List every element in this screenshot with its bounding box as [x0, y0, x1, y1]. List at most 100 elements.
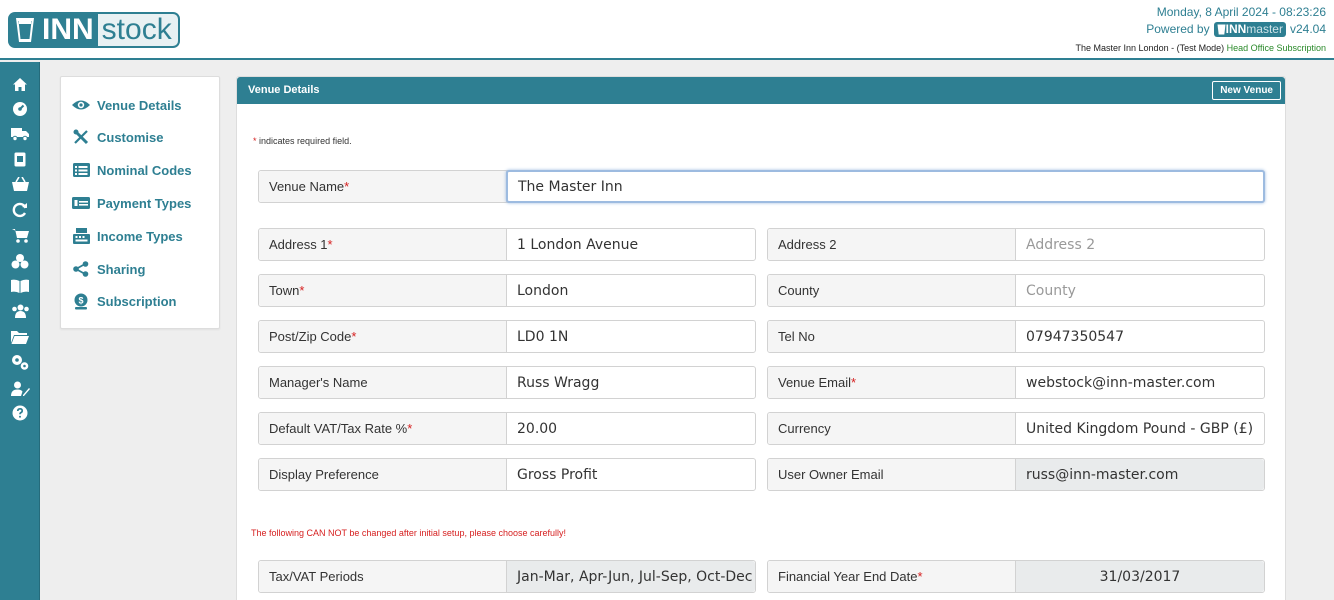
header-info: Monday, 8 April 2024 - 08:23:26 Powered … — [1076, 4, 1326, 54]
required-field-note: * indicates required field. — [253, 136, 352, 146]
glass-logo-icon — [10, 14, 40, 46]
svg-text:$: $ — [78, 295, 83, 305]
users-icon[interactable] — [10, 301, 30, 321]
manager-label: Manager's Name — [259, 367, 507, 398]
user-edit-icon[interactable] — [10, 378, 30, 398]
manager-field: Manager's Name Russ Wragg — [258, 366, 756, 399]
currency-label: Currency — [768, 413, 1016, 444]
home-icon[interactable] — [10, 74, 30, 94]
county-label: County — [768, 275, 1016, 306]
mini-glass-icon — [1217, 24, 1226, 34]
subnav-item-venue-details[interactable]: Venue Details — [71, 95, 182, 115]
subnav-item-sharing[interactable]: Sharing — [71, 259, 145, 279]
required-star: * — [253, 136, 257, 146]
main-nav-rail — [0, 62, 40, 600]
county-field: County County — [767, 274, 1265, 307]
delivery-truck-icon[interactable] — [10, 124, 30, 144]
new-venue-button[interactable]: New Venue — [1212, 81, 1281, 100]
town-field: Town * London — [258, 274, 756, 307]
basket-icon[interactable] — [10, 174, 30, 194]
settings-icon[interactable] — [10, 352, 30, 372]
postcode-field: Post/Zip Code * LD0 1N — [258, 320, 756, 353]
tel-field: Tel No 07947350547 — [767, 320, 1265, 353]
dashboard-icon[interactable] — [10, 99, 30, 119]
display-preference-select[interactable]: Gross Profit — [507, 459, 755, 490]
fy-end-value: 31/03/2017 — [1016, 561, 1264, 592]
innstock-logo[interactable]: INN stock — [8, 12, 180, 48]
folder-icon[interactable] — [10, 327, 30, 347]
cash-register-icon — [71, 226, 91, 246]
subnav-item-nominal-codes[interactable]: Nominal Codes — [71, 160, 192, 180]
address1-label: Address 1 * — [259, 229, 507, 260]
subnav-item-payment-types[interactable]: Payment Types — [71, 193, 191, 213]
venue-details-panel: Venue Details New Venue * indicates requ… — [236, 76, 1286, 600]
vat-input[interactable]: 20.00 — [507, 413, 755, 444]
address2-field: Address 2 Address 2 — [767, 228, 1265, 261]
subnav-label: Customise — [97, 129, 164, 145]
venue-name-field: Venue Name * The Master Inn — [258, 170, 1265, 203]
venue-name-input[interactable]: The Master Inn — [506, 170, 1265, 203]
eye-icon — [71, 95, 91, 115]
tools-icon — [71, 127, 91, 147]
town-input[interactable]: London — [507, 275, 755, 306]
required-note-text: indicates required field. — [259, 136, 352, 146]
list-icon — [71, 160, 91, 180]
share-icon — [71, 259, 91, 279]
address2-label: Address 2 — [768, 229, 1016, 260]
subnav-item-customise[interactable]: Customise — [71, 127, 163, 147]
subnav-item-income-types[interactable]: Income Types — [71, 226, 183, 246]
postcode-input[interactable]: LD0 1N — [507, 321, 755, 352]
logo-text-stock: stock — [97, 14, 178, 46]
shopping-cart-icon[interactable] — [10, 225, 30, 245]
products-icon[interactable] — [10, 251, 30, 271]
subnav-label: Sharing — [97, 261, 146, 277]
owner-email-field: User Owner Email russ@inn-master.com — [767, 458, 1265, 491]
refresh-icon[interactable] — [10, 200, 30, 220]
venue-email-input[interactable]: webstock@inn-master.com — [1016, 367, 1264, 398]
venue-subscription-info: The Master Inn London - (Test Mode) Head… — [1076, 42, 1326, 54]
fy-end-label: Financial Year End Date * — [768, 561, 1016, 592]
panel-title: Venue Details — [248, 84, 320, 96]
currency-select[interactable]: United Kingdom Pound - GBP (£) — [1016, 413, 1264, 444]
logo-text-inn: INN — [42, 13, 94, 46]
setup-warning: The following CAN NOT be changed after i… — [251, 528, 567, 538]
innmaster-text-inn: INN — [1225, 22, 1247, 36]
help-icon[interactable] — [10, 403, 30, 423]
powered-by: Powered by INN master v24.04 — [1076, 21, 1326, 37]
tax-periods-field: Tax/VAT Periods Jan-Mar, Apr-Jun, Jul-Se… — [258, 560, 756, 593]
tax-periods-value: Jan-Mar, Apr-Jun, Jul-Sep, Oct-Dec — [507, 561, 755, 592]
venue-mode: The Master Inn London - (Test Mode) — [1075, 43, 1225, 53]
subnav-label: Subscription — [97, 293, 177, 309]
coin-icon: $ — [71, 291, 91, 311]
fy-end-field: Financial Year End Date * 31/03/2017 — [767, 560, 1265, 593]
powered-by-label: Powered by — [1146, 22, 1210, 36]
manager-input[interactable]: Russ Wragg — [507, 367, 755, 398]
money-icon — [71, 193, 91, 213]
address2-input[interactable]: Address 2 — [1016, 229, 1264, 260]
owner-email-value: russ@inn-master.com — [1016, 459, 1264, 490]
tel-input[interactable]: 07947350547 — [1016, 321, 1264, 352]
address1-input[interactable]: 1 London Avenue — [507, 229, 755, 260]
app-header: INN stock Monday, 8 April 2024 - 08:23:2… — [0, 0, 1334, 60]
stock-glass-icon[interactable] — [10, 149, 30, 169]
book-icon[interactable] — [10, 276, 30, 296]
subnav-label: Venue Details — [97, 97, 182, 113]
venue-name-label: Venue Name * — [259, 171, 507, 202]
date-time: Monday, 8 April 2024 - 08:23:26 — [1156, 5, 1326, 19]
subnav-label: Nominal Codes — [97, 162, 192, 178]
address1-field: Address 1 * 1 London Avenue — [258, 228, 756, 261]
venue-settings-menu: Venue Details Customise Nominal Codes Pa… — [60, 76, 220, 329]
owner-email-label: User Owner Email — [768, 459, 1016, 490]
venue-email-label: Venue Email * — [768, 367, 1016, 398]
innmaster-logo: INN master — [1213, 21, 1286, 37]
currency-field: Currency United Kingdom Pound - GBP (£) — [767, 412, 1265, 445]
county-input[interactable]: County — [1016, 275, 1264, 306]
venue-email-field: Venue Email * webstock@inn-master.com — [767, 366, 1265, 399]
subscription-link[interactable]: Head Office Subscription — [1227, 43, 1326, 53]
subnav-item-subscription[interactable]: $ Subscription — [71, 291, 176, 311]
display-preference-field: Display Preference Gross Profit — [258, 458, 756, 491]
subnav-label: Payment Types — [97, 195, 192, 211]
postcode-label: Post/Zip Code * — [259, 321, 507, 352]
vat-field: Default VAT/Tax Rate % * 20.00 — [258, 412, 756, 445]
tel-label: Tel No — [768, 321, 1016, 352]
